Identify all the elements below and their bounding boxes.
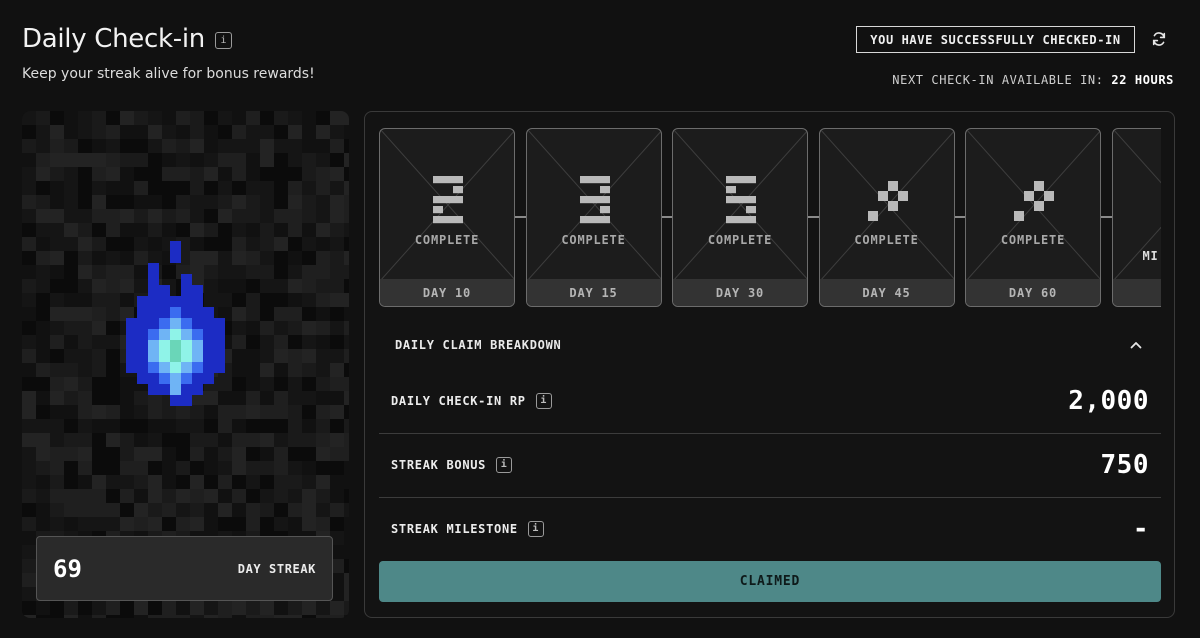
milestone-day: DAY 45: [819, 279, 954, 306]
next-checkin-timer: NEXT CHECK-IN AVAILABLE IN: 22 HOURS: [892, 73, 1174, 87]
milestone-card[interactable]: COMPLETE DAY 60: [965, 128, 1101, 307]
milestone-status: COMPLETE: [1000, 233, 1066, 247]
rewards-panel: COMPLETE DAY 10 COMPLETE DAY 15 COMPLETE DAY …: [364, 111, 1175, 618]
milestone-card[interactable]: COMPLETE DAY 10: [379, 128, 515, 307]
streak-label: DAY STREAK: [237, 561, 316, 576]
breakdown-heading: DAILY CLAIM BREAKDOWN: [395, 338, 562, 352]
number-glyph-icon: [579, 176, 610, 224]
breakdown-row-label: STREAK BONUS: [391, 458, 487, 472]
info-icon[interactable]: i: [214, 32, 232, 49]
wand-icon: [867, 181, 908, 221]
refresh-button[interactable]: [1148, 28, 1170, 50]
milestone-connector: [661, 216, 673, 218]
breakdown-row-value: 750: [1100, 450, 1149, 480]
breakdown-row-label: DAILY CHECK-IN RP: [391, 394, 526, 408]
chevron-up-icon[interactable]: [1127, 336, 1145, 354]
info-icon[interactable]: i: [527, 521, 544, 537]
milestone-connector: [1101, 216, 1112, 218]
milestone-card[interactable]: COMPLETE DAY 30: [672, 128, 808, 307]
milestone-status: COMPLETE: [707, 233, 773, 247]
page-subtitle: Keep your streak alive for bonus rewards…: [22, 66, 315, 82]
breakdown-row-streak-milestone: STREAK MILESTONE i -: [379, 497, 1161, 561]
milestone-connector: [515, 216, 526, 218]
milestone-card[interactable]: COMPLETE DAY 15: [525, 128, 662, 307]
wand-icon: [1014, 181, 1054, 221]
checkin-status-badge: YOU HAVE SUCCESSFULLY CHECKED-IN: [856, 26, 1135, 53]
milestone-status: COMPLETE: [854, 233, 919, 247]
streak-count: 69: [53, 554, 82, 583]
streak-panel: 69 DAY STREAK: [22, 111, 349, 618]
milestone-connector: [954, 216, 966, 218]
milestone-status: MI: [1142, 249, 1159, 263]
refresh-icon: [1152, 32, 1166, 46]
day-streak-counter: 69 DAY STREAK: [36, 536, 333, 601]
number-glyph-icon: [433, 176, 463, 224]
info-icon[interactable]: i: [535, 393, 552, 409]
milestone-status: COMPLETE: [561, 233, 626, 247]
breakdown-row-label: STREAK MILESTONE: [391, 522, 518, 536]
next-checkin-label: NEXT CHECK-IN AVAILABLE IN:: [892, 73, 1104, 87]
breakdown-row-value: 2,000: [1068, 386, 1149, 416]
page-title: Daily Check-in i: [22, 24, 232, 54]
milestone-status: COMPLETE: [414, 233, 480, 247]
milestone-carousel[interactable]: COMPLETE DAY 10 COMPLETE DAY 15 COMPLETE DAY …: [379, 128, 1161, 308]
milestone-day: DAY 10: [380, 279, 514, 306]
milestone-card[interactable]: COMPLETE DAY 45: [818, 128, 955, 307]
milestone-day: DAY 30: [673, 279, 807, 306]
breakdown-row-value: -: [1132, 514, 1149, 544]
page-title-text: Daily Check-in: [22, 24, 205, 54]
milestone-day: DAY 15: [526, 279, 661, 306]
next-checkin-value: 22 HOURS: [1111, 73, 1174, 87]
breakdown-row-streak-bonus: STREAK BONUS i 750: [379, 433, 1161, 497]
claimed-button[interactable]: CLAIMED: [379, 561, 1161, 602]
milestone-day: DAY 60: [966, 279, 1100, 306]
milestone-connector: [808, 216, 819, 218]
breakdown-row-daily-rp: DAILY CHECK-IN RP i 2,000: [379, 369, 1161, 433]
milestone-day: D: [1112, 279, 1161, 306]
milestone-card[interactable]: MI D: [1111, 128, 1161, 307]
info-icon[interactable]: i: [496, 457, 513, 473]
number-glyph-icon: [726, 176, 756, 224]
